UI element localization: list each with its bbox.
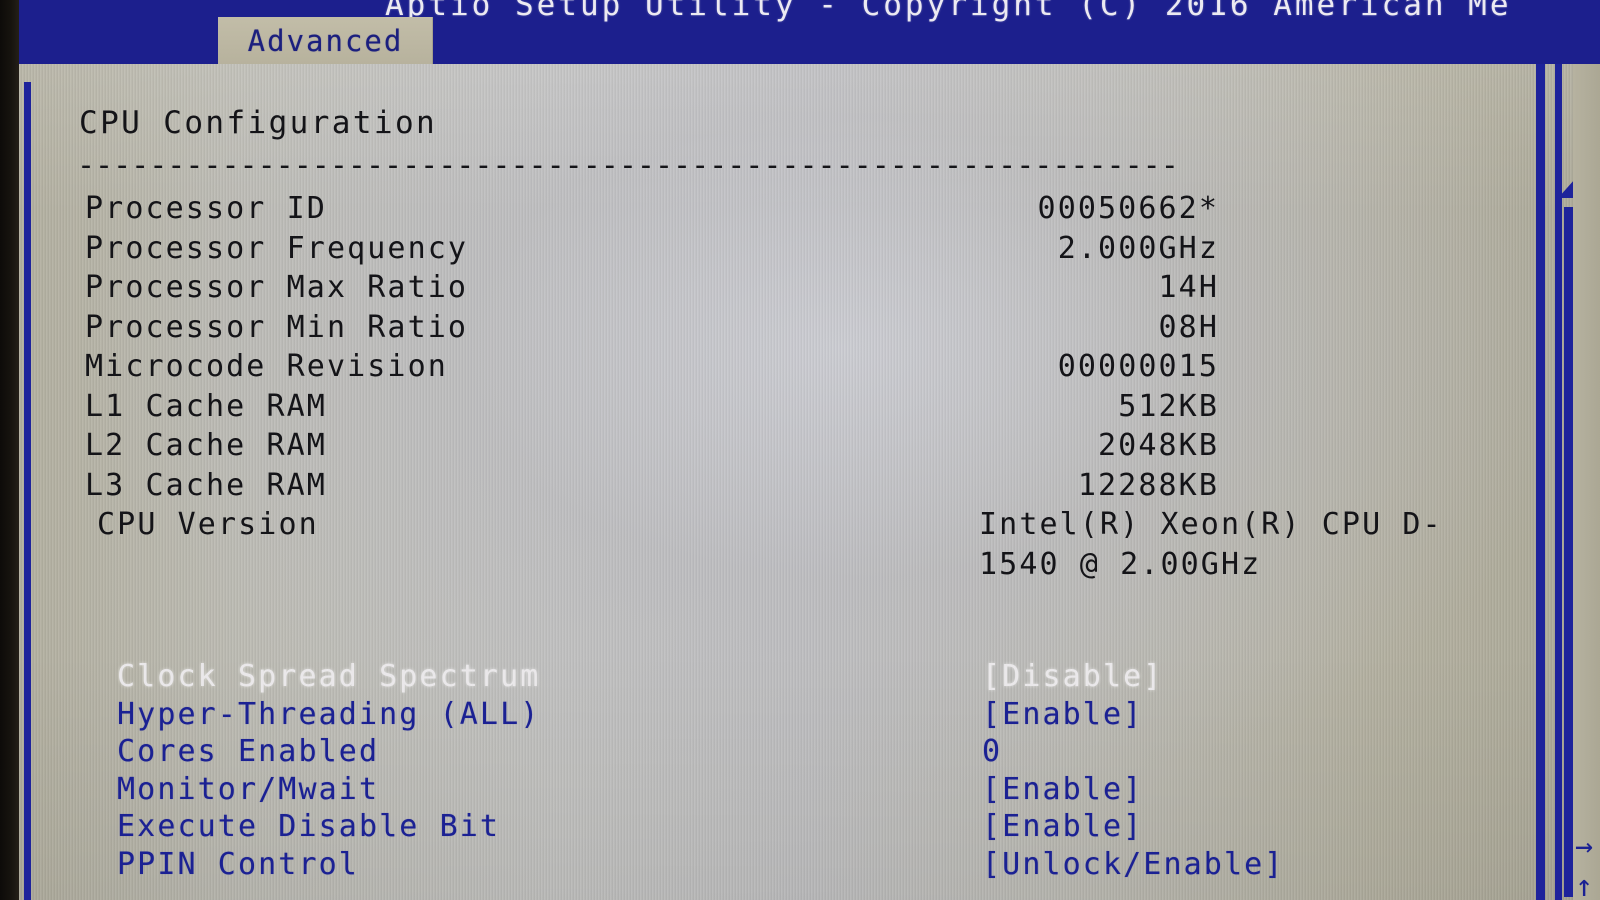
setting-row-value[interactable]: [Enable]	[982, 770, 1143, 810]
setting-row[interactable]: Execute Disable Bit [Enable]	[19, 807, 1536, 845]
setting-row-label: Cores Enabled	[117, 734, 380, 769]
setting-row[interactable]: Hyper-Threading (ALL) [Enable]	[19, 695, 1536, 733]
info-row-value: 08H	[1158, 309, 1219, 345]
setting-row-value[interactable]: [Unlock/Enable]	[982, 845, 1284, 885]
info-row-label: Processor Min Ratio	[85, 309, 469, 345]
page-title: CPU Configuration	[79, 105, 438, 141]
info-row-value: Intel(R) Xeon(R) CPU D-1540 @ 2.00GHz	[979, 507, 1443, 582]
window-title: Aptio Setup Utility - Copyright (C) 2016…	[385, 0, 1512, 23]
monitor-bezel	[0, 0, 19, 900]
info-row: Microcode Revision 00000015	[19, 347, 1536, 387]
arrow-right-icon: →	[1575, 829, 1594, 864]
info-row-label: L2 Cache RAM	[85, 428, 327, 463]
info-row-label: CPU Version	[97, 507, 319, 542]
info-row: Processor ID 00050662*	[19, 189, 1536, 229]
tab-advanced[interactable]: Advanced	[218, 17, 433, 64]
bios-setup-screen: Aptio Setup Utility - Copyright (C) 2016…	[0, 0, 1600, 900]
info-row: L3 Cache RAM 12288KB	[19, 466, 1536, 506]
info-row-label: L1 Cache RAM	[85, 388, 327, 424]
info-row-value: 2048KB	[1098, 428, 1219, 463]
info-row-label: Processor ID	[85, 191, 327, 226]
info-row: Processor Min Ratio 08H	[19, 308, 1536, 348]
info-row-label: L3 Cache RAM	[85, 467, 327, 503]
info-row-value: 14H	[1158, 270, 1219, 305]
info-row-label: Processor Frequency	[85, 230, 469, 266]
setting-row-value[interactable]: [Enable]	[982, 695, 1143, 735]
info-row-label: Processor Max Ratio	[85, 270, 469, 305]
setting-row[interactable]: Cores Enabled 0	[19, 732, 1536, 770]
arrow-up-icon: ↑	[1575, 869, 1594, 900]
cpu-configuration-content: CPU Configuration ----------------------…	[19, 64, 1536, 900]
setting-row-label: Clock Spread Spectrum	[117, 659, 541, 694]
setting-row-label: Execute Disable Bit	[117, 809, 501, 844]
info-row-label: Microcode Revision	[85, 349, 448, 384]
info-row-value: 00000015	[1057, 349, 1219, 384]
info-row: Processor Max Ratio 14H	[19, 268, 1536, 308]
info-row-value: 12288KB	[1077, 467, 1219, 503]
panel-frame-right-outer	[1536, 64, 1545, 900]
setting-row-value[interactable]: [Disable]	[982, 657, 1163, 697]
info-row: CPU Version Intel(R) Xeon(R) CPU D-1540 @…	[19, 505, 1536, 584]
setting-row-label: PPIN Control	[117, 846, 359, 882]
info-row: L2 Cache RAM 2048KB	[19, 426, 1536, 466]
setting-row-value[interactable]: 0	[982, 732, 1002, 772]
setting-row-label: Monitor/Mwait	[117, 771, 380, 807]
info-row-value: 512KB	[1118, 388, 1219, 424]
setting-row[interactable]: Clock Spread Spectrum [Disable]	[19, 657, 1536, 695]
tab-advanced-label: Advanced	[247, 23, 404, 58]
info-row: Processor Frequency 2.000GHz	[19, 229, 1536, 269]
section-divider: ----------------------------------------…	[77, 148, 1179, 180]
content-panel: CPU Configuration ----------------------…	[19, 64, 1600, 900]
setting-row-value[interactable]: [Enable]	[982, 807, 1143, 847]
info-row-value: 00050662*	[1037, 191, 1219, 226]
info-row: L1 Cache RAM 512KB	[19, 387, 1536, 427]
setting-row-label: Hyper-Threading (ALL)	[117, 696, 541, 732]
help-legend-panel: → ↑ En	[1573, 64, 1600, 900]
setting-row[interactable]: Monitor/Mwait [Enable]	[19, 770, 1536, 808]
setting-row[interactable]: PPIN Control [Unlock/Enable]	[19, 845, 1536, 883]
info-row-value: 2.000GHz	[1057, 230, 1219, 266]
cpu-settings-list: Clock Spread Spectrum [Disable] Hyper-Thre…	[19, 657, 1536, 882]
cpu-info-list: Processor ID 00050662* Processor Frequency…	[19, 189, 1536, 584]
